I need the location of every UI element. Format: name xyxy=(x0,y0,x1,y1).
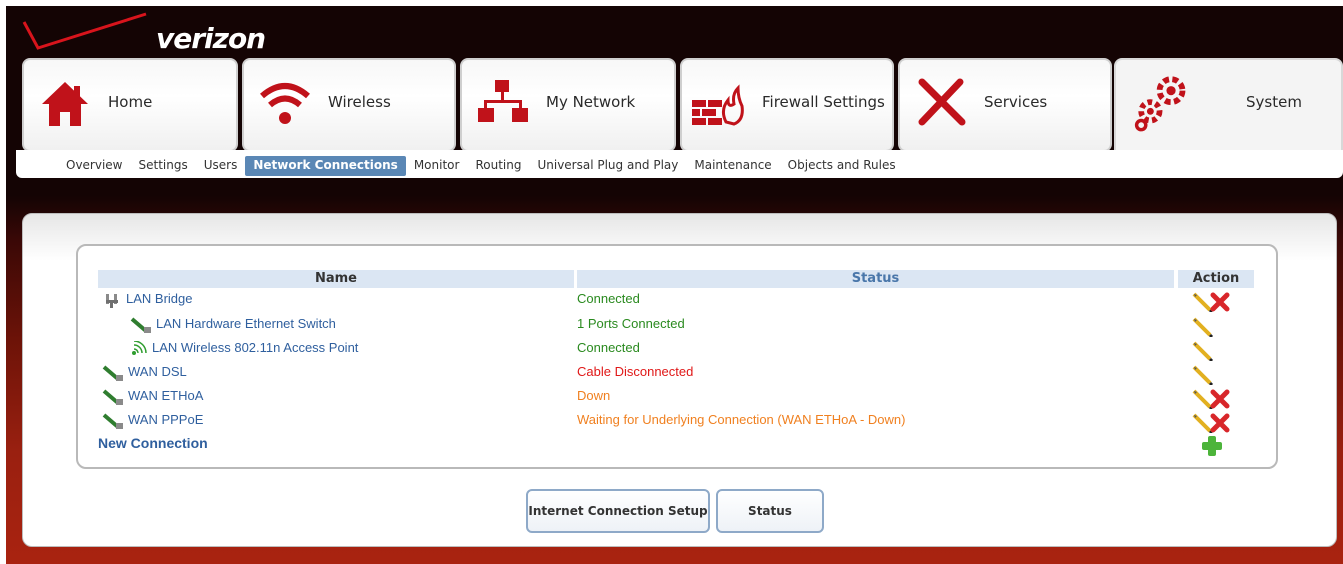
internet-connection-setup-button[interactable]: Internet Connection Setup xyxy=(526,489,710,533)
connection-status: Cable Disconnected xyxy=(577,364,694,379)
tab-system-label: System xyxy=(1246,93,1302,111)
logo-text: verizon xyxy=(156,22,266,55)
tab-my-network[interactable]: My Network xyxy=(460,58,676,152)
ethernet-cable-icon xyxy=(102,365,123,381)
tab-wireless[interactable]: Wireless xyxy=(242,58,456,152)
connection-name[interactable]: WAN DSL xyxy=(102,363,187,381)
subnav-routing[interactable]: Routing xyxy=(467,156,529,176)
network-icon xyxy=(478,80,528,122)
connection-name[interactable]: WAN ETHoA xyxy=(102,387,203,405)
connection-status: 1 Ports Connected xyxy=(577,316,685,331)
subnav: Overview Settings Users Network Connecti… xyxy=(58,156,904,176)
tab-firewall-settings-label: Firewall Settings xyxy=(762,93,885,111)
connection-name-text: LAN Hardware Ethernet Switch xyxy=(156,316,336,331)
connection-name-text: WAN ETHoA xyxy=(128,388,204,403)
logo-checkmark-icon xyxy=(22,12,147,50)
row-actions xyxy=(1190,315,1240,339)
connection-name-text: WAN PPPoE xyxy=(128,412,204,427)
connection-name[interactable]: LAN Hardware Ethernet Switch xyxy=(130,315,336,333)
table-row: WAN ETHoA Down xyxy=(0,387,1343,409)
tab-services-label: Services xyxy=(984,93,1048,111)
subnav-network-connections[interactable]: Network Connections xyxy=(245,156,406,176)
connection-name-text: LAN Bridge xyxy=(126,291,193,306)
ethernet-cable-icon xyxy=(102,389,123,405)
tools-icon xyxy=(918,78,966,126)
wireless-icon xyxy=(260,83,310,124)
table-row: WAN PPPoE Waiting for Underlying Connect… xyxy=(0,411,1343,433)
bridge-icon xyxy=(106,293,118,308)
connection-name[interactable]: LAN Wireless 802.11n Access Point xyxy=(130,339,358,357)
add-connection-icon[interactable] xyxy=(1200,434,1224,463)
table-row: LAN Bridge Connected xyxy=(0,290,1343,312)
gears-icon xyxy=(1134,76,1186,132)
tab-services[interactable]: Services xyxy=(898,58,1112,152)
row-actions xyxy=(1190,363,1240,387)
verizon-logo: verizon xyxy=(16,12,276,60)
row-actions xyxy=(1190,339,1240,363)
ethernet-cable-icon xyxy=(130,317,151,333)
connection-name[interactable]: WAN PPPoE xyxy=(102,411,203,429)
tab-my-network-label: My Network xyxy=(546,93,636,111)
new-connection-link[interactable]: New Connection xyxy=(98,434,298,456)
firewall-icon xyxy=(692,84,744,126)
tab-wireless-label: Wireless xyxy=(328,93,391,111)
tab-home[interactable]: Home xyxy=(22,58,238,152)
column-header-status: Status xyxy=(577,270,1174,288)
connection-status: Down xyxy=(577,388,611,403)
table-row: WAN DSL Cable Disconnected xyxy=(0,363,1343,385)
subnav-monitor[interactable]: Monitor xyxy=(406,156,468,176)
home-icon xyxy=(42,82,88,126)
subnav-objects-and-rules[interactable]: Objects and Rules xyxy=(780,156,904,176)
connection-status: Connected xyxy=(577,340,640,355)
subnav-users[interactable]: Users xyxy=(196,156,246,176)
row-actions xyxy=(1190,411,1240,435)
row-actions xyxy=(1190,387,1240,411)
tab-home-label: Home xyxy=(108,93,153,111)
wifi-antenna-icon xyxy=(132,340,147,355)
tab-firewall-settings[interactable]: Firewall Settings xyxy=(680,58,894,152)
ethernet-cable-icon xyxy=(102,413,123,429)
connection-status: Waiting for Underlying Connection (WAN E… xyxy=(577,412,906,427)
column-header-action: Action xyxy=(1178,270,1254,288)
column-header-name: Name xyxy=(98,270,574,288)
row-actions xyxy=(1190,290,1240,314)
tab-system[interactable]: System xyxy=(1114,58,1343,150)
subnav-maintenance[interactable]: Maintenance xyxy=(686,156,779,176)
subnav-settings[interactable]: Settings xyxy=(131,156,196,176)
status-button[interactable]: Status xyxy=(716,489,824,533)
delete-x-icon[interactable] xyxy=(1210,292,1230,317)
table-row: LAN Wireless 802.11n Access Point Connec… xyxy=(0,339,1343,361)
subnav-overview[interactable]: Overview xyxy=(58,156,131,176)
row-actions xyxy=(1190,434,1240,456)
connection-name[interactable]: LAN Bridge xyxy=(104,290,192,308)
connection-name-text: WAN DSL xyxy=(128,364,187,379)
connection-status: Connected xyxy=(577,291,640,306)
subnav-upnp[interactable]: Universal Plug and Play xyxy=(529,156,686,176)
connection-name-text: LAN Wireless 802.11n Access Point xyxy=(152,340,359,355)
table-row: LAN Hardware Ethernet Switch 1 Ports Con… xyxy=(0,315,1343,337)
